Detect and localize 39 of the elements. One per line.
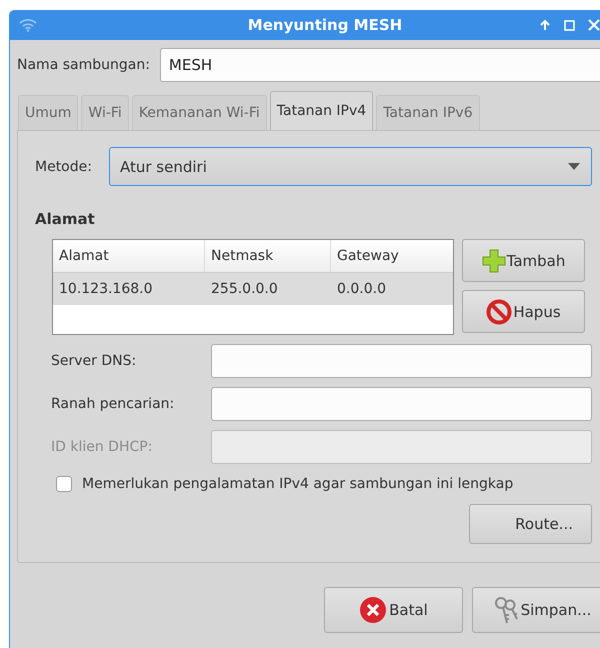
tab[interactable]: Tatanan IPv4 [270, 91, 374, 130]
wifi-icon [19, 18, 37, 32]
table-cell-text: 255.0.0.0 [210, 281, 279, 297]
column-header[interactable]: Gateway [331, 240, 453, 272]
input-field[interactable] [211, 387, 592, 421]
table-cell-text: 10.123.168.0 [58, 281, 154, 297]
add-button[interactable]: Tambah [462, 239, 585, 282]
method-label: Metode: [35, 158, 92, 174]
maximize-icon[interactable] [564, 20, 575, 30]
tab[interactable]: Wi-Fi [81, 95, 129, 130]
tab[interactable]: Umum [18, 95, 78, 130]
dropdown-arrow-icon [568, 163, 580, 170]
input-field[interactable] [211, 344, 592, 378]
route-button[interactable]: Route... [469, 504, 592, 544]
method-dropdown[interactable]: Atur sendiri [108, 147, 592, 186]
tab[interactable]: Tatanan IPv6 [376, 95, 480, 130]
save-button[interactable]: Simpan... [472, 587, 600, 633]
field-label: Ranah pencarian: [51, 396, 176, 412]
cancel-button[interactable]: Batal [324, 587, 463, 633]
checkbox-label: Memerlukan pengalamatan IPv4 agar sambungan ini lengkap [82, 476, 514, 492]
tab[interactable]: Kemananan Wi-Fi [132, 95, 267, 130]
table-cell-text: 0.0.0.0 [336, 281, 387, 297]
table-row[interactable]: 10.123.168.0 255.0.0.0 0.0.0.0 [53, 273, 453, 305]
connection-name-field[interactable]: MESH [160, 48, 600, 82]
checkbox[interactable] [56, 476, 72, 492]
no-entry-icon [486, 298, 512, 324]
connection-name-label: Nama sambungan: [17, 57, 150, 73]
field-label: ID klien DHCP: [51, 439, 154, 455]
keys-icon [492, 595, 519, 625]
field-label: Server DNS: [51, 353, 138, 369]
cancel-icon [359, 596, 388, 624]
remove-button[interactable]: Hapus [462, 290, 585, 333]
window-title: Menyunting MESH [246, 16, 402, 34]
close-icon[interactable] [588, 19, 600, 31]
plus-icon [482, 248, 506, 272]
column-header[interactable]: Netmask [205, 240, 331, 272]
section-heading: Alamat [35, 210, 96, 228]
column-header[interactable]: Alamat [53, 240, 205, 272]
arrow-up-icon[interactable] [539, 19, 551, 31]
